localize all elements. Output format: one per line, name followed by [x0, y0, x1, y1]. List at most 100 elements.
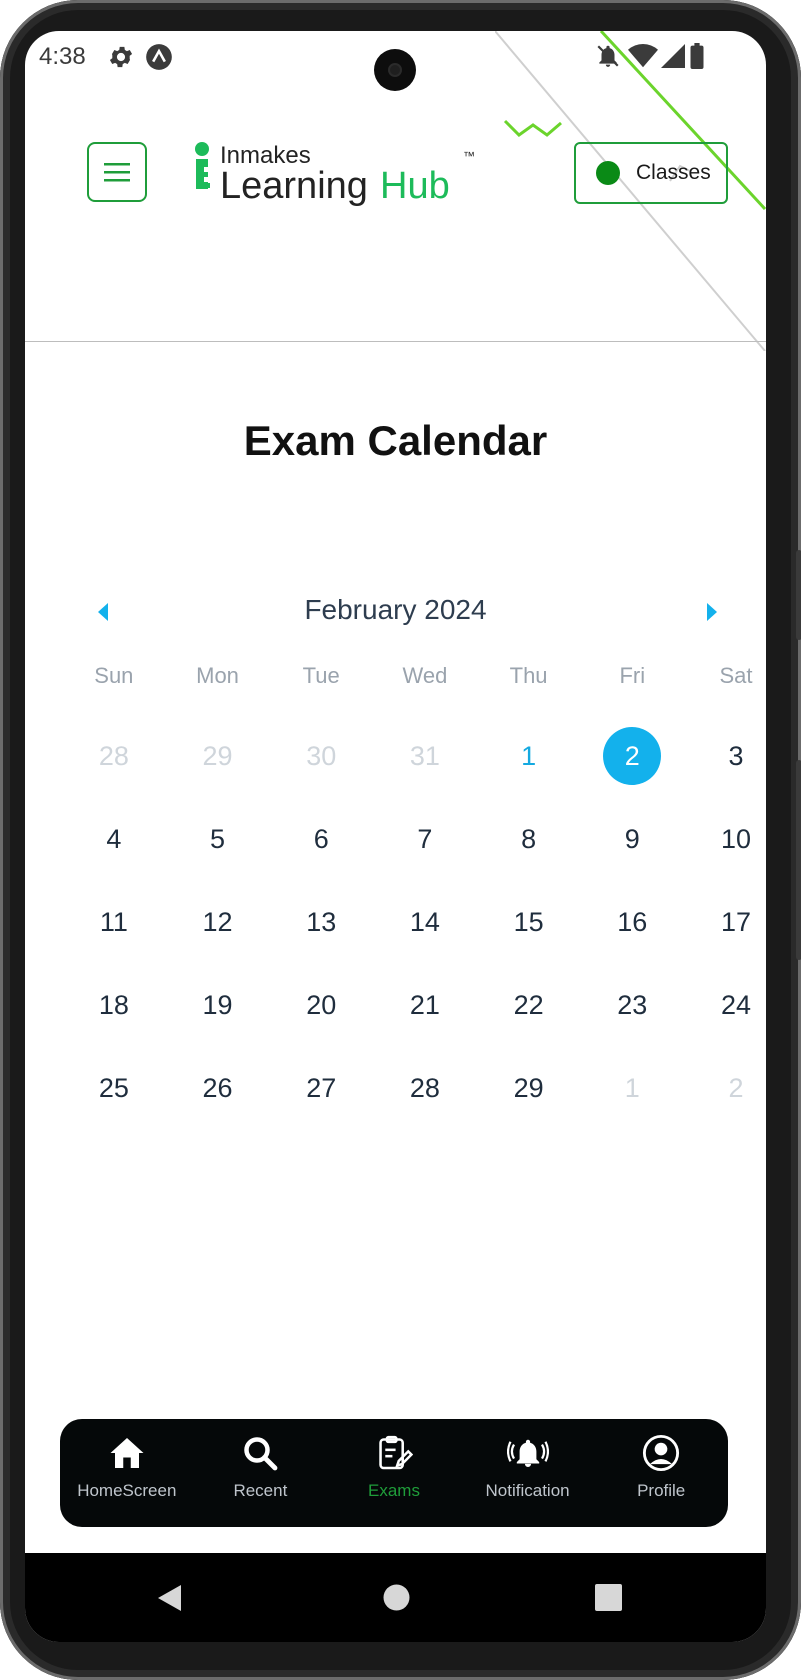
weekday-label: Sun — [94, 663, 134, 688]
nav-label: Profile — [637, 1481, 686, 1500]
nav-item-profile[interactable]: Profile — [594, 1419, 728, 1527]
calendar-day[interactable]: 8 — [477, 810, 581, 893]
profile-icon — [642, 1433, 680, 1473]
calendar-day[interactable]: 1 — [477, 727, 581, 810]
calendar-day[interactable]: 9 — [580, 810, 684, 893]
nav-label: HomeScreen — [77, 1481, 177, 1500]
calendar-day[interactable]: 25 — [62, 1059, 166, 1142]
day-number: 28 — [98, 740, 129, 771]
status-time: 4:38 — [39, 43, 86, 70]
calendar-day[interactable]: 1 — [580, 1059, 684, 1142]
app-status-icon — [146, 44, 172, 70]
weekday-label: Wed — [402, 663, 448, 688]
day-number: 28 — [409, 1072, 440, 1103]
nav-item-homescreen[interactable]: HomeScreen — [60, 1419, 194, 1527]
calendar-day[interactable]: 7 — [373, 810, 477, 893]
calendar-day[interactable]: 20 — [269, 976, 373, 1059]
signal-icon — [661, 44, 685, 68]
day-number: 2 — [603, 727, 662, 785]
nav-label: Recent — [233, 1481, 288, 1500]
weekday-label: Fri — [619, 663, 646, 688]
day-number: 25 — [98, 1072, 129, 1103]
calendar-day[interactable]: 5 — [166, 810, 270, 893]
home-circle-icon[interactable] — [383, 1584, 410, 1611]
inmakes-learning-hub-logo: Inmakes Learning Hub ™ — [180, 139, 480, 209]
calendar-day[interactable]: 28 — [62, 727, 166, 810]
power-button — [796, 760, 801, 960]
nav-item-exams[interactable]: Exams — [327, 1419, 461, 1527]
recents-square-icon[interactable] — [595, 1584, 622, 1611]
front-camera — [374, 49, 416, 91]
weekday-label: Mon — [196, 663, 239, 688]
calendar-day[interactable]: 12 — [166, 893, 270, 976]
day-number: 6 — [313, 823, 329, 854]
clipboard-edit-icon — [375, 1433, 413, 1473]
calendar-day[interactable]: 3 — [684, 727, 766, 810]
day-number: 31 — [409, 740, 440, 771]
day-number: 30 — [306, 740, 337, 771]
nav-label: Exams — [368, 1481, 420, 1500]
calendar-day[interactable]: 27 — [269, 1059, 373, 1142]
day-number: 29 — [513, 1072, 544, 1103]
classes-label: Classes — [636, 161, 711, 184]
nav-item-recent[interactable]: Recent — [194, 1419, 328, 1527]
day-number: 26 — [202, 1072, 233, 1103]
classes-button[interactable]: Classes — [574, 142, 728, 204]
bell-ringing-icon — [506, 1433, 549, 1473]
calendar-header: February 2024 — [25, 586, 766, 636]
silent-bell-icon — [597, 45, 619, 67]
caret-right-icon — [707, 603, 717, 621]
weekday-label: Tue — [302, 663, 340, 688]
day-number: 8 — [521, 823, 537, 854]
calendar-day[interactable]: 10 — [684, 810, 766, 893]
day-number: 2 — [728, 1072, 744, 1103]
weekday-label: Thu — [509, 663, 548, 688]
day-number: 13 — [306, 906, 337, 937]
page-title: Exam Calendar — [243, 417, 548, 464]
calendar-day[interactable]: 28 — [373, 1059, 477, 1142]
day-number: 14 — [409, 906, 440, 937]
calendar-day[interactable]: 2 — [684, 1059, 766, 1142]
calendar-day[interactable]: 29 — [477, 1059, 581, 1142]
day-number: 19 — [202, 989, 233, 1020]
calendar-day[interactable]: 13 — [269, 893, 373, 976]
calendar-day[interactable]: 18 — [62, 976, 166, 1059]
day-number: 5 — [210, 823, 226, 854]
calendar-day[interactable]: 14 — [373, 893, 477, 976]
nav-item-notification[interactable]: Notification — [461, 1419, 595, 1527]
next-month-button[interactable] — [697, 597, 727, 627]
calendar-day[interactable]: 15 — [477, 893, 581, 976]
classes-status-dot — [596, 161, 620, 185]
bottom-navigation: HomeScreen Recent Exams Notification Profile — [60, 1419, 728, 1527]
day-number: 23 — [617, 989, 648, 1020]
weekday-header-row: Sun Mon Tue Wed Thu Fri Sat — [62, 663, 766, 689]
calendar-day[interactable]: 31 — [373, 727, 477, 810]
hamburger-menu-icon — [104, 163, 130, 182]
calendar-day[interactable]: 30 — [269, 727, 373, 810]
day-number: 16 — [617, 906, 648, 937]
menu-button[interactable] — [87, 142, 147, 202]
back-triangle-icon[interactable] — [155, 1583, 183, 1613]
calendar-day[interactable]: 21 — [373, 976, 477, 1059]
day-number: 10 — [720, 823, 751, 854]
settings-gear-icon — [109, 46, 133, 68]
calendar-day[interactable]: 29 — [166, 727, 270, 810]
calendar-day[interactable]: 11 — [62, 893, 166, 976]
phone-frame: 4:38 Inmakes Learning Hub ™ Classes Exam… — [0, 0, 801, 1680]
day-number: 18 — [98, 989, 129, 1020]
calendar-day[interactable]: 17 — [684, 893, 766, 976]
nav-label: Notification — [485, 1481, 570, 1500]
calendar-day[interactable]: 4 — [62, 810, 166, 893]
calendar-day[interactable]: 19 — [166, 976, 270, 1059]
logo-hub-text: Hub — [380, 165, 450, 207]
calendar-day[interactable]: 16 — [580, 893, 684, 976]
calendar-day[interactable]: 22 — [477, 976, 581, 1059]
day-number: 3 — [728, 740, 744, 771]
day-number: 24 — [720, 989, 751, 1020]
calendar-day[interactable]: 23 — [580, 976, 684, 1059]
day-number: 1 — [521, 740, 537, 771]
calendar-day[interactable]: 24 — [684, 976, 766, 1059]
calendar-day[interactable]: 6 — [269, 810, 373, 893]
calendar-day-selected[interactable]: 2 — [580, 727, 684, 810]
calendar-day[interactable]: 26 — [166, 1059, 270, 1142]
